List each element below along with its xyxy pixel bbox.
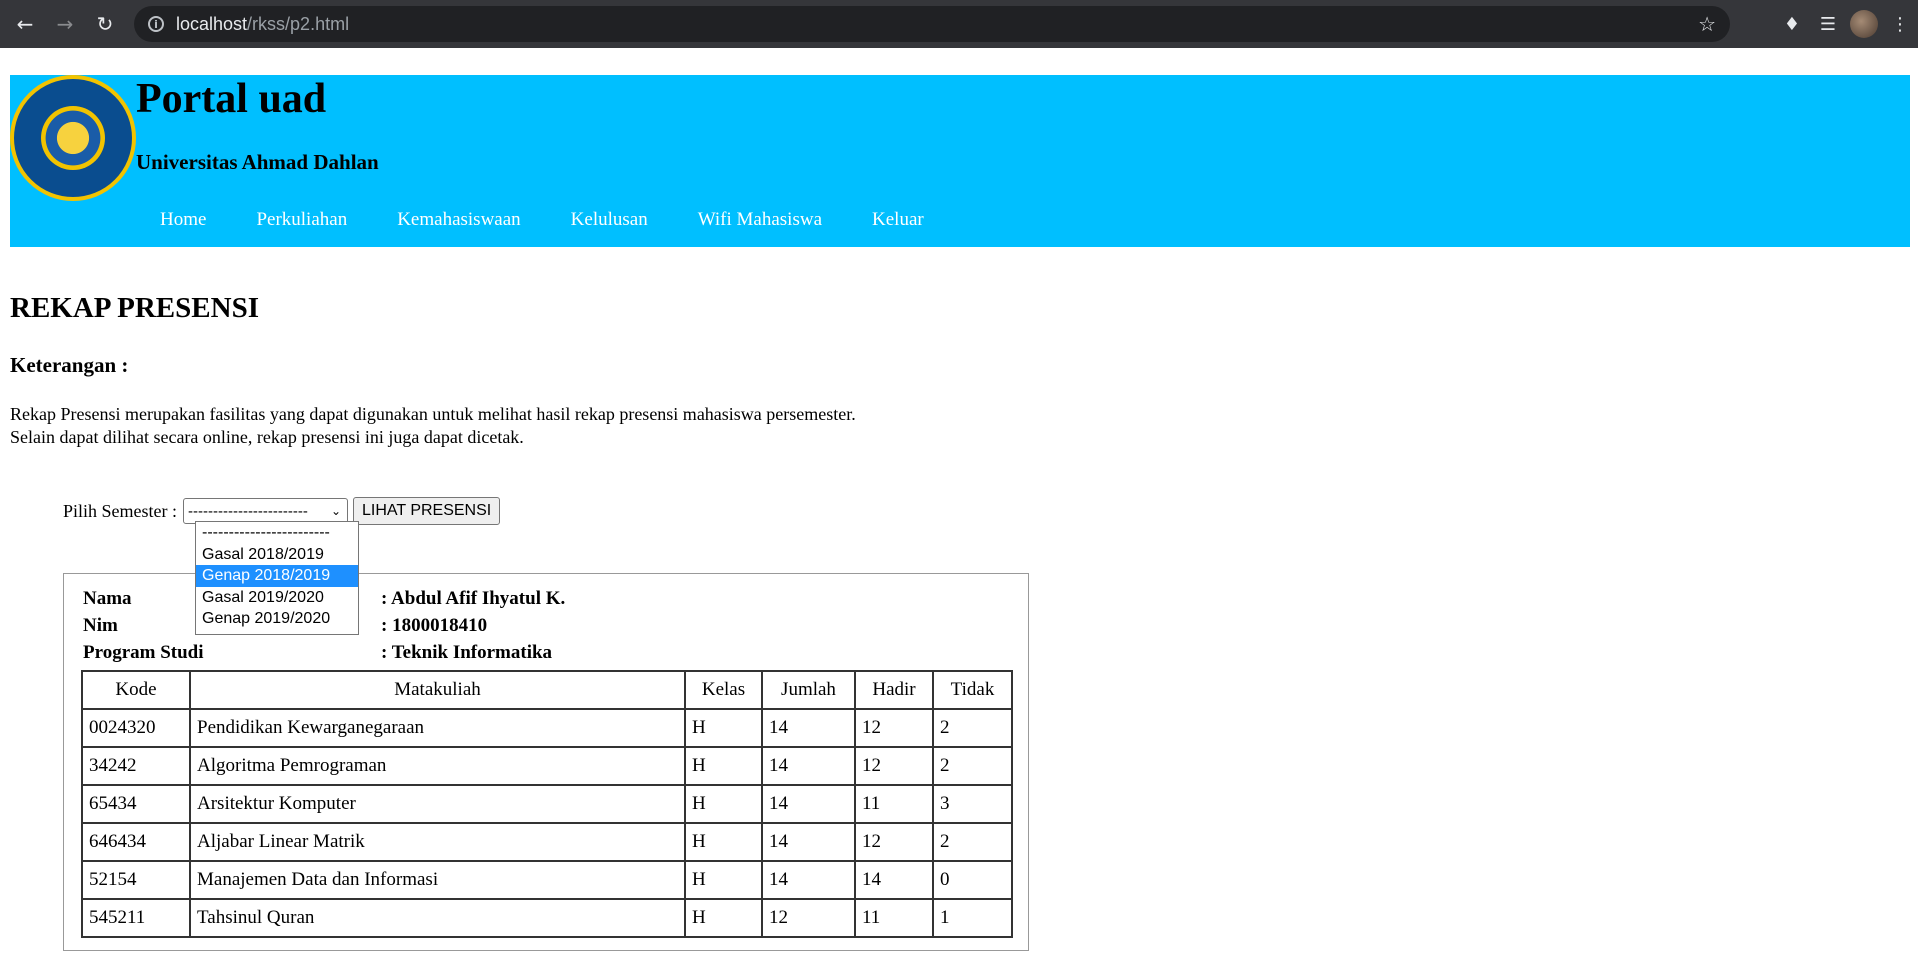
nama-value: : Abdul Afif Ihyatul K. <box>381 588 566 609</box>
reload-icon[interactable]: ↻ <box>90 9 120 39</box>
col-kode: Kode <box>81 670 191 710</box>
uad-logo-icon <box>10 75 136 201</box>
cell-matakuliah: Arsitektur Komputer <box>189 784 686 824</box>
cell-kelas: H <box>684 822 763 862</box>
cell-kelas: H <box>684 708 763 748</box>
site-subtitle: Universitas Ahmad Dahlan <box>136 150 379 174</box>
main-nav: Home Perkuliahan Kemahasiswaan Kelulusan… <box>160 209 974 231</box>
nim-value: : 1800018410 <box>381 615 488 636</box>
semester-option[interactable]: Gasal 2019/2020 <box>196 587 358 609</box>
cell-kelas: H <box>684 860 763 900</box>
cell-kelas: H <box>684 746 763 786</box>
col-tidak: Tidak <box>932 670 1013 710</box>
table-row: 52154 Manajemen Data dan Informasi H 14 … <box>81 860 1013 900</box>
cell-hadir: 11 <box>854 784 934 824</box>
chevron-down-icon: ⌄ <box>330 504 341 518</box>
cell-matakuliah: Aljabar Linear Matrik <box>189 822 686 862</box>
col-kelas: Kelas <box>684 670 763 710</box>
table-row: 34242 Algoritma Pemrograman H 14 12 2 <box>81 746 1013 786</box>
cell-tidak: 3 <box>932 784 1013 824</box>
cell-jumlah: 14 <box>761 784 856 824</box>
col-hadir: Hadir <box>854 670 934 710</box>
nav-kelulusan[interactable]: Kelulusan <box>571 209 648 231</box>
menu-kebab-icon[interactable]: ⋮ <box>1882 6 1918 42</box>
address-bar[interactable]: i localhost/rkss/p2.html ☆ <box>134 6 1730 42</box>
cell-jumlah: 14 <box>761 708 856 748</box>
cell-kode: 52154 <box>81 860 191 900</box>
cell-kode: 646434 <box>81 822 191 862</box>
prodi-label: Program Studi <box>83 642 204 663</box>
semester-option[interactable]: ------------------------ <box>196 522 358 544</box>
prodi-value: : Teknik Informatika <box>381 642 553 663</box>
logo-emblem <box>41 106 105 170</box>
col-matakuliah: Matakuliah <box>189 670 686 710</box>
bookmark-star-icon[interactable]: ☆ <box>1698 12 1716 36</box>
cell-hadir: 11 <box>854 898 934 938</box>
cell-hadir: 14 <box>854 860 934 900</box>
table-row: 65434 Arsitektur Komputer H 14 11 3 <box>81 784 1013 824</box>
table-row: 0024320 Pendidikan Kewarganegaraan H 14 … <box>81 708 1013 748</box>
keterangan-heading: Keterangan : <box>10 353 129 377</box>
page-title: REKAP PRESENSI <box>10 292 259 324</box>
semester-select-value: ------------------------ <box>188 502 308 520</box>
cell-matakuliah: Pendidikan Kewarganegaraan <box>189 708 686 748</box>
cell-tidak: 2 <box>932 746 1013 786</box>
url-path: /rkss/p2.html <box>247 13 350 34</box>
cell-jumlah: 14 <box>761 822 856 862</box>
cell-hadir: 12 <box>854 822 934 862</box>
cell-kelas: H <box>684 898 763 938</box>
table-row: 545211 Tahsinul Quran H 12 11 1 <box>81 898 1013 938</box>
lihat-presensi-button[interactable]: LIHAT PRESENSI <box>353 497 501 525</box>
cell-jumlah: 14 <box>761 746 856 786</box>
cell-kode: 65434 <box>81 784 191 824</box>
semester-option[interactable]: Genap 2019/2020 <box>196 608 358 630</box>
site-title: Portal uad <box>136 76 327 122</box>
semester-dropdown: ------------------------ Gasal 2018/2019… <box>195 521 359 635</box>
site-header: Portal uad Universitas Ahmad Dahlan Home… <box>10 75 1910 247</box>
presensi-table: Kode Matakuliah Kelas Jumlah Hadir Tidak… <box>81 670 1013 938</box>
table-header-row: Kode Matakuliah Kelas Jumlah Hadir Tidak <box>81 670 1013 710</box>
cell-jumlah: 14 <box>761 860 856 900</box>
cell-hadir: 12 <box>854 746 934 786</box>
profile-avatar[interactable] <box>1850 10 1878 38</box>
cell-tidak: 2 <box>932 822 1013 862</box>
cell-kode: 34242 <box>81 746 191 786</box>
cell-kode: 0024320 <box>81 708 191 748</box>
semester-option[interactable]: Gasal 2018/2019 <box>196 544 358 566</box>
cell-kelas: H <box>684 784 763 824</box>
nav-keluar[interactable]: Keluar <box>872 209 924 231</box>
cell-kode: 545211 <box>81 898 191 938</box>
nav-wifi-mahasiswa[interactable]: Wifi Mahasiswa <box>698 209 822 231</box>
semester-label: Pilih Semester : <box>63 500 177 521</box>
url-host: localhost <box>176 13 248 34</box>
nav-kemahasiswaan[interactable]: Kemahasiswaan <box>397 209 520 231</box>
description-line-2: Selain dapat dilihat secara online, reka… <box>10 427 524 447</box>
semester-option-highlighted[interactable]: Genap 2018/2019 <box>196 565 358 587</box>
cell-matakuliah: Manajemen Data dan Informasi <box>189 860 686 900</box>
cell-hadir: 12 <box>854 708 934 748</box>
col-jumlah: Jumlah <box>761 670 856 710</box>
table-row: 646434 Aljabar Linear Matrik H 14 12 2 <box>81 822 1013 862</box>
cell-tidak: 2 <box>932 708 1013 748</box>
cell-matakuliah: Algoritma Pemrograman <box>189 746 686 786</box>
back-arrow-icon[interactable]: ← <box>10 9 40 39</box>
nav-home[interactable]: Home <box>160 209 206 231</box>
browser-toolbar: ← → ↻ i localhost/rkss/p2.html ☆ ♦ ☰ ⋮ <box>0 0 1918 48</box>
extensions-puzzle-icon[interactable]: ♦ <box>1774 6 1810 42</box>
description-line-1: Rekap Presensi merupakan fasilitas yang … <box>10 404 856 424</box>
media-queue-icon[interactable]: ☰ <box>1810 6 1846 42</box>
nav-perkuliahan[interactable]: Perkuliahan <box>256 209 347 231</box>
cell-jumlah: 12 <box>761 898 856 938</box>
cell-tidak: 1 <box>932 898 1013 938</box>
cell-matakuliah: Tahsinul Quran <box>189 898 686 938</box>
description: Rekap Presensi merupakan fasilitas yang … <box>10 403 856 449</box>
forward-arrow-icon[interactable]: → <box>50 9 80 39</box>
cell-tidak: 0 <box>932 860 1013 900</box>
info-icon[interactable]: i <box>148 16 164 32</box>
